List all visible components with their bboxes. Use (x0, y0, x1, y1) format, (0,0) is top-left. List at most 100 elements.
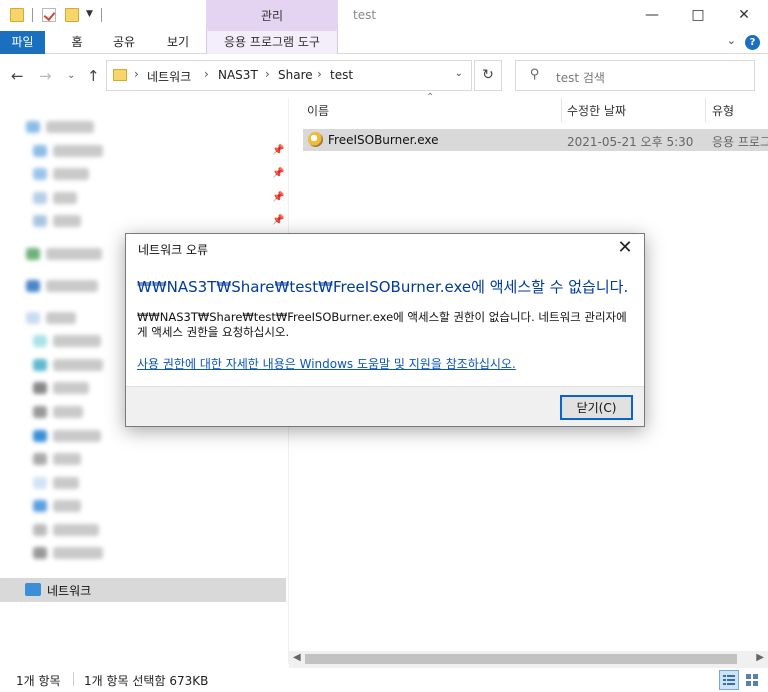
nav-item-label[interactable] (53, 192, 77, 204)
close-button[interactable]: 닫기(C) (560, 395, 633, 420)
nav-item-icon (26, 312, 40, 324)
nav-item-label[interactable] (46, 248, 102, 260)
pin-icon[interactable]: 📌 (272, 145, 284, 156)
nav-item-label[interactable] (53, 500, 81, 512)
tab-application-tools[interactable]: 응용 프로그램 도구 (206, 31, 338, 54)
tab-share[interactable]: 공유 (104, 31, 144, 54)
chevron-right-icon[interactable]: › (134, 67, 139, 81)
folder-icon (113, 69, 127, 81)
ribbon-expand-icon[interactable]: ⌄ (727, 34, 736, 47)
column-divider[interactable] (705, 98, 706, 122)
network-error-dialog: 네트워크 오류 ✕ ₩₩NAS3T₩Share₩test₩FreeISOBurn… (125, 233, 645, 427)
nav-item-label[interactable] (53, 145, 103, 157)
dialog-body-line1: ₩₩NAS3T₩Share₩test₩FreeISOBurner.exe에 액세… (137, 310, 627, 324)
back-arrow-icon[interactable]: ← (11, 67, 24, 85)
help-link[interactable]: 사용 권한에 대한 자세한 내용은 Windows 도움말 및 지원을 참조하십… (137, 355, 516, 372)
nav-item-label[interactable] (46, 312, 76, 324)
nav-item-label[interactable] (53, 547, 103, 559)
nav-item-icon (26, 121, 40, 133)
folder-icon[interactable] (10, 8, 24, 22)
search-input[interactable]: test 검색 (556, 69, 605, 86)
chevron-right-icon[interactable]: › (204, 67, 209, 81)
help-icon[interactable]: ? (745, 35, 760, 50)
scroll-right-icon[interactable]: ▶ (756, 652, 764, 663)
close-icon[interactable]: ✕ (721, 0, 767, 31)
status-item-count: 1개 항목 (16, 674, 61, 688)
nav-item-network-label: 네트워크 (47, 584, 92, 598)
up-arrow-icon[interactable]: ↑ (87, 67, 100, 85)
address-bar[interactable]: › 네트워크 › NAS3T › Share › test ⌄ (106, 60, 472, 91)
nav-item-label[interactable] (53, 168, 89, 180)
tab-view[interactable]: 보기 (158, 31, 198, 54)
refresh-icon[interactable]: ↻ (474, 60, 502, 91)
breadcrumb-nas3t[interactable]: NAS3T (218, 68, 258, 82)
nav-item-icon (33, 406, 47, 418)
network-icon (25, 583, 41, 596)
dialog-headline: ₩₩NAS3T₩Share₩test₩FreeISOBurner.exe에 액세… (137, 278, 629, 296)
nav-item-label[interactable] (53, 359, 103, 371)
tab-file[interactable]: 파일 (0, 31, 45, 54)
column-divider[interactable] (561, 98, 562, 122)
nav-item-label[interactable] (53, 453, 81, 465)
quick-access-separator (101, 8, 102, 22)
nav-item-label[interactable] (53, 524, 99, 536)
nav-item-label[interactable] (53, 430, 101, 442)
status-divider (73, 672, 74, 686)
nav-item-icon (33, 359, 47, 371)
column-header-type[interactable]: 유형 (712, 102, 734, 119)
nav-item-label[interactable] (53, 382, 89, 394)
nav-item-icon (33, 382, 47, 394)
context-tab-manage[interactable]: 관리 (206, 0, 338, 31)
pin-icon[interactable]: 📌 (272, 215, 284, 226)
chevron-down-icon[interactable]: ⌄ (455, 68, 463, 79)
nav-item-icon (33, 192, 47, 204)
column-header-date[interactable]: 수정한 날짜 (567, 102, 626, 119)
quick-access-dropdown-icon[interactable]: ▼ (86, 9, 93, 19)
nav-item-label[interactable] (53, 477, 79, 489)
horizontal-scrollbar[interactable]: ◀ ▶ (289, 651, 768, 668)
nav-item-icon (33, 430, 47, 442)
new-folder-icon[interactable] (65, 8, 79, 22)
exe-file-icon (308, 132, 323, 147)
column-header-name[interactable]: 이름 (307, 102, 329, 119)
nav-item-label[interactable] (53, 406, 83, 418)
window-title: test (353, 8, 377, 22)
properties-check-icon[interactable] (42, 8, 56, 22)
nav-item-label[interactable] (53, 215, 81, 227)
chevron-right-icon[interactable]: › (265, 67, 270, 81)
breadcrumb-share[interactable]: Share (278, 68, 313, 82)
large-icons-view-icon[interactable] (742, 670, 762, 690)
breadcrumb-network[interactable]: 네트워크 (147, 68, 191, 85)
close-icon[interactable]: ✕ (614, 237, 636, 259)
tab-home[interactable]: 홈 (60, 31, 94, 54)
nav-item-label[interactable] (46, 121, 94, 133)
dialog-title: 네트워크 오류 (138, 243, 209, 257)
nav-item-icon (33, 453, 47, 465)
nav-item-label[interactable] (53, 335, 101, 347)
file-row[interactable]: FreeISOBurner.exe 2021-05-21 오후 5:30 응용 … (303, 129, 768, 151)
nav-item-icon (33, 477, 47, 489)
status-selection: 1개 항목 선택함 673KB (84, 674, 209, 688)
nav-item-icon (33, 500, 47, 512)
maximize-icon[interactable]: □ (675, 0, 721, 31)
nav-item-icon (33, 524, 47, 536)
nav-item-label[interactable] (46, 280, 98, 292)
nav-item-icon (33, 215, 47, 227)
chevron-right-icon[interactable]: › (317, 67, 322, 81)
recent-locations-icon[interactable]: ⌄ (67, 70, 75, 81)
dialog-body: ₩₩NAS3T₩Share₩test₩FreeISOBurner.exe에 액세… (137, 310, 635, 340)
dialog-body-line2: 게 액세스 권한을 요청하십시오. (137, 325, 290, 339)
title-bar: ▼ 관리 test — □ ✕ (0, 0, 768, 31)
details-view-icon[interactable] (719, 670, 739, 690)
breadcrumb-test[interactable]: test (330, 68, 353, 82)
minimize-icon[interactable]: — (629, 0, 675, 31)
pin-icon[interactable]: 📌 (272, 168, 284, 179)
nav-item-icon (33, 168, 47, 180)
file-name: FreeISOBurner.exe (328, 133, 439, 147)
scrollbar-thumb[interactable] (305, 654, 737, 664)
nav-item-network[interactable]: 네트워크 (0, 578, 286, 602)
scroll-left-icon[interactable]: ◀ (293, 652, 301, 663)
forward-arrow-icon[interactable]: → (39, 67, 52, 85)
search-box[interactable]: ⚲ test 검색 (515, 60, 755, 91)
pin-icon[interactable]: 📌 (272, 192, 284, 203)
